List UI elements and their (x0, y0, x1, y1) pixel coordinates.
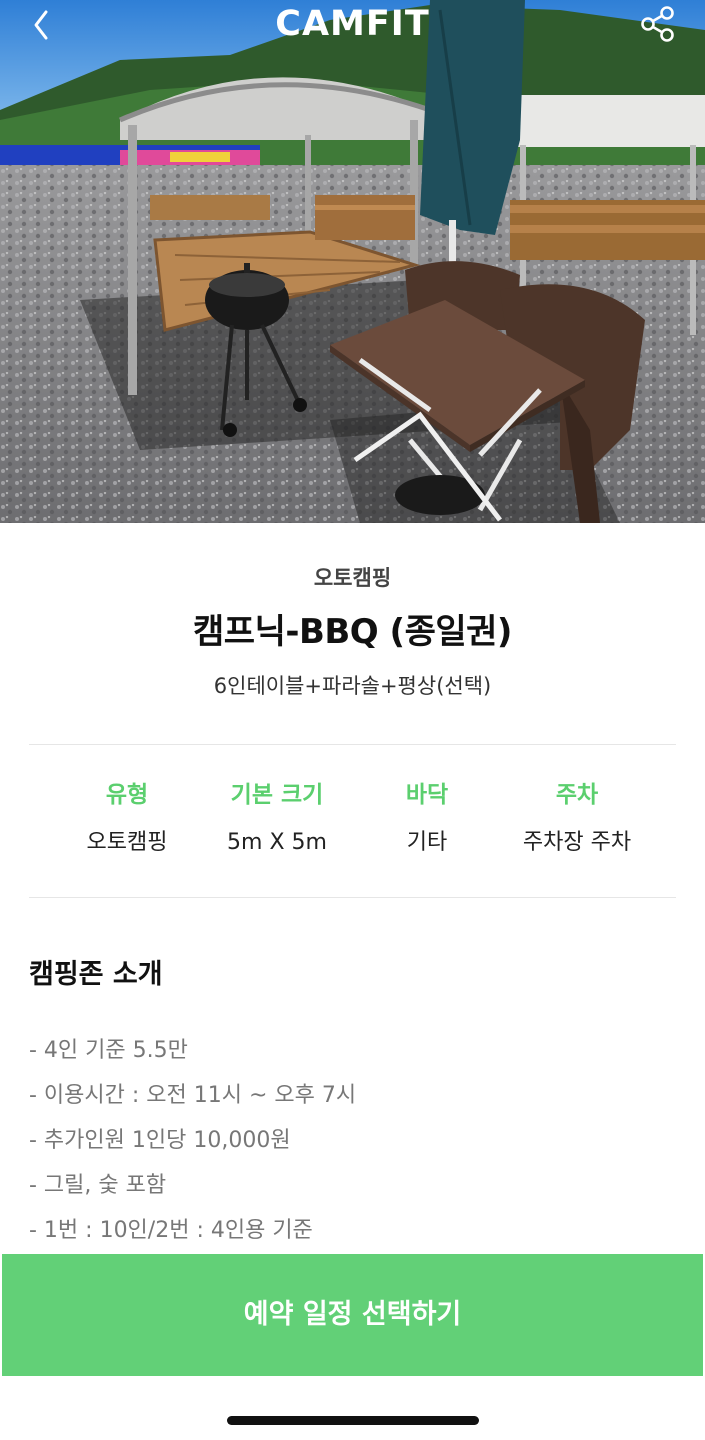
spec-value: 오토캠핑 (86, 830, 168, 855)
app-logo: CAMFIT (275, 4, 430, 44)
intro-line: - 추가인원 1인당 10,000원 (29, 1128, 291, 1153)
site-specs: 유형 오토캠핑 기본 크기 5m X 5m 바닥 기타 주차 주차장 주차 (52, 778, 652, 868)
spec-parking: 주차 주차장 주차 (502, 778, 652, 858)
intro-line: - 4인 기준 5.5만 (29, 1038, 188, 1063)
site-category: 오토캠핑 (313, 566, 392, 590)
intro-list: - 4인 기준 5.5만 - 이용시간 : 오전 11시 ~ 오후 7시 - 추… (29, 1033, 669, 1258)
divider (29, 897, 676, 898)
section-title: 캠핑존 소개 (29, 959, 163, 990)
spec-value: 주차장 주차 (522, 830, 632, 855)
spec-label: 주차 (555, 782, 599, 808)
intro-line: - 이용시간 : 오전 11시 ~ 오후 7시 (29, 1083, 357, 1108)
intro-line: - 1번 : 10인/2번 : 4인용 기준 (29, 1218, 313, 1243)
top-bar: CAMFIT (0, 0, 705, 50)
share-button[interactable] (634, 2, 682, 46)
spec-type: 유형 오토캠핑 (52, 778, 202, 858)
share-icon (641, 6, 674, 42)
spec-value: 5m X 5m (227, 830, 327, 855)
spec-label: 기본 크기 (230, 782, 324, 808)
spec-size: 기본 크기 5m X 5m (202, 778, 352, 858)
select-schedule-button[interactable]: 예약 일정 선택하기 (2, 1254, 703, 1376)
divider (29, 744, 676, 745)
intro-line: - 그릴, 숯 포함 (29, 1173, 167, 1198)
home-indicator (227, 1416, 479, 1425)
hero-photo: CAMFIT (0, 0, 705, 523)
spec-label: 바닥 (405, 782, 449, 808)
site-subtitle: 6인테이블+파라솔+평상(선택) (213, 674, 492, 698)
spec-value: 기타 (406, 830, 448, 855)
spec-floor: 바닥 기타 (352, 778, 502, 858)
site-title: 캠프닉-BBQ (종일권) (193, 612, 512, 652)
spec-label: 유형 (105, 782, 149, 808)
